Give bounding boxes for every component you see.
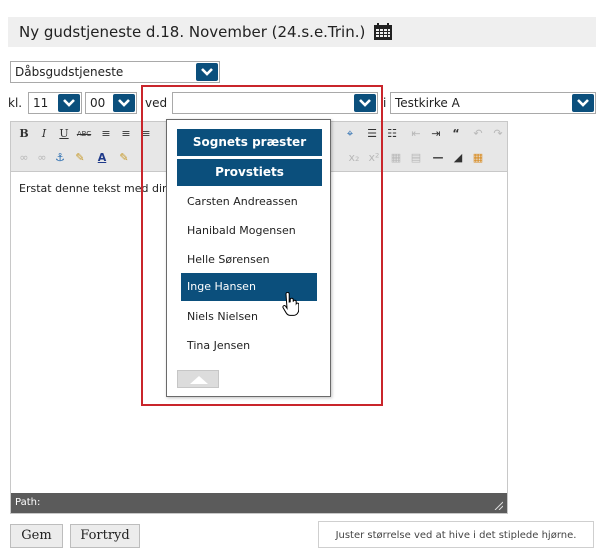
service-type-select[interactable]: Dåbsgudstjeneste [10, 61, 220, 83]
table-icon[interactable]: ▦ [469, 149, 487, 167]
strikethrough-icon[interactable]: ABC [75, 125, 93, 143]
kl-label: kl. [8, 96, 23, 110]
chevron-down-icon[interactable] [113, 94, 135, 112]
media-icon[interactable]: ▤ [407, 149, 425, 167]
editor-path-bar: Path: [11, 493, 507, 513]
italic-icon[interactable]: I [35, 125, 53, 143]
cleanup-icon[interactable]: ✎ [71, 149, 89, 167]
dropdown-heading-deanery-preachers[interactable]: Provstiets prædikanter [177, 159, 322, 206]
indent-icon[interactable]: ⇥ [427, 125, 445, 143]
horizontal-rule-icon[interactable]: — [429, 149, 447, 167]
undo-icon[interactable]: ↶ [469, 125, 487, 143]
minute-value: 00 [90, 96, 106, 110]
service-type-value: Dåbsgudstjeneste [15, 65, 124, 79]
anchor-icon[interactable]: ⚓ [51, 149, 69, 167]
cancel-button[interactable]: Fortryd [70, 524, 140, 548]
redo-icon[interactable]: ↷ [489, 125, 507, 143]
church-select[interactable]: Testkirke A [390, 92, 596, 114]
eraser-icon[interactable]: ◢ [449, 149, 467, 167]
dropdown-item[interactable]: Helle Sørensen [181, 246, 317, 274]
dropdown-heading-parish-priests[interactable]: Sognets præster [177, 129, 322, 156]
chevron-down-icon[interactable] [58, 94, 80, 112]
blockquote-icon[interactable]: “ [447, 125, 465, 143]
link-icon[interactable]: ∞ [15, 149, 33, 167]
bold-icon[interactable]: B [15, 125, 33, 143]
church-value: Testkirke A [395, 96, 460, 110]
chevron-down-icon[interactable] [572, 94, 594, 112]
church-label: i [383, 96, 387, 110]
hour-value: 11 [33, 96, 49, 110]
chevron-up-icon [190, 376, 208, 384]
calendar-icon[interactable] [373, 23, 393, 41]
header-bar: Ny gudstjeneste d.18. November (24.s.e.T… [8, 17, 596, 47]
numbered-list-icon[interactable]: ☷ [383, 125, 401, 143]
resize-hint: Juster størrelse ved at hive i det stipl… [318, 521, 594, 548]
text-color-icon[interactable]: A [93, 149, 111, 167]
page-title: Ny gudstjeneste d.18. November (24.s.e.T… [19, 23, 366, 41]
preacher-dropdown: Sognets præster Provstiets prædikanter C… [166, 119, 331, 397]
dropdown-item[interactable]: Tina Jensen [181, 332, 317, 360]
resize-grip-icon[interactable] [493, 500, 503, 510]
hand-cursor-icon [282, 292, 299, 316]
save-button[interactable]: Gem [10, 524, 63, 548]
image-icon[interactable]: ▦ [387, 149, 405, 167]
path-label: Path: [15, 497, 41, 508]
unlink-icon[interactable]: ∞ [33, 149, 51, 167]
align-center-icon[interactable]: ≡ [117, 125, 135, 143]
hour-select[interactable]: 11 [28, 92, 82, 114]
minute-select[interactable]: 00 [85, 92, 137, 114]
underline-icon[interactable]: U [55, 125, 73, 143]
chevron-down-icon[interactable] [196, 63, 218, 81]
align-left-icon[interactable]: ≡ [97, 125, 115, 143]
dropdown-item[interactable]: Hanibald Mogensen [181, 217, 317, 245]
scroll-up-button[interactable] [177, 370, 219, 388]
outdent-icon[interactable]: ⇤ [407, 125, 425, 143]
highlight-color-icon[interactable]: ✎ [115, 149, 133, 167]
dropdown-item[interactable]: Carsten Andreassen [181, 188, 317, 216]
